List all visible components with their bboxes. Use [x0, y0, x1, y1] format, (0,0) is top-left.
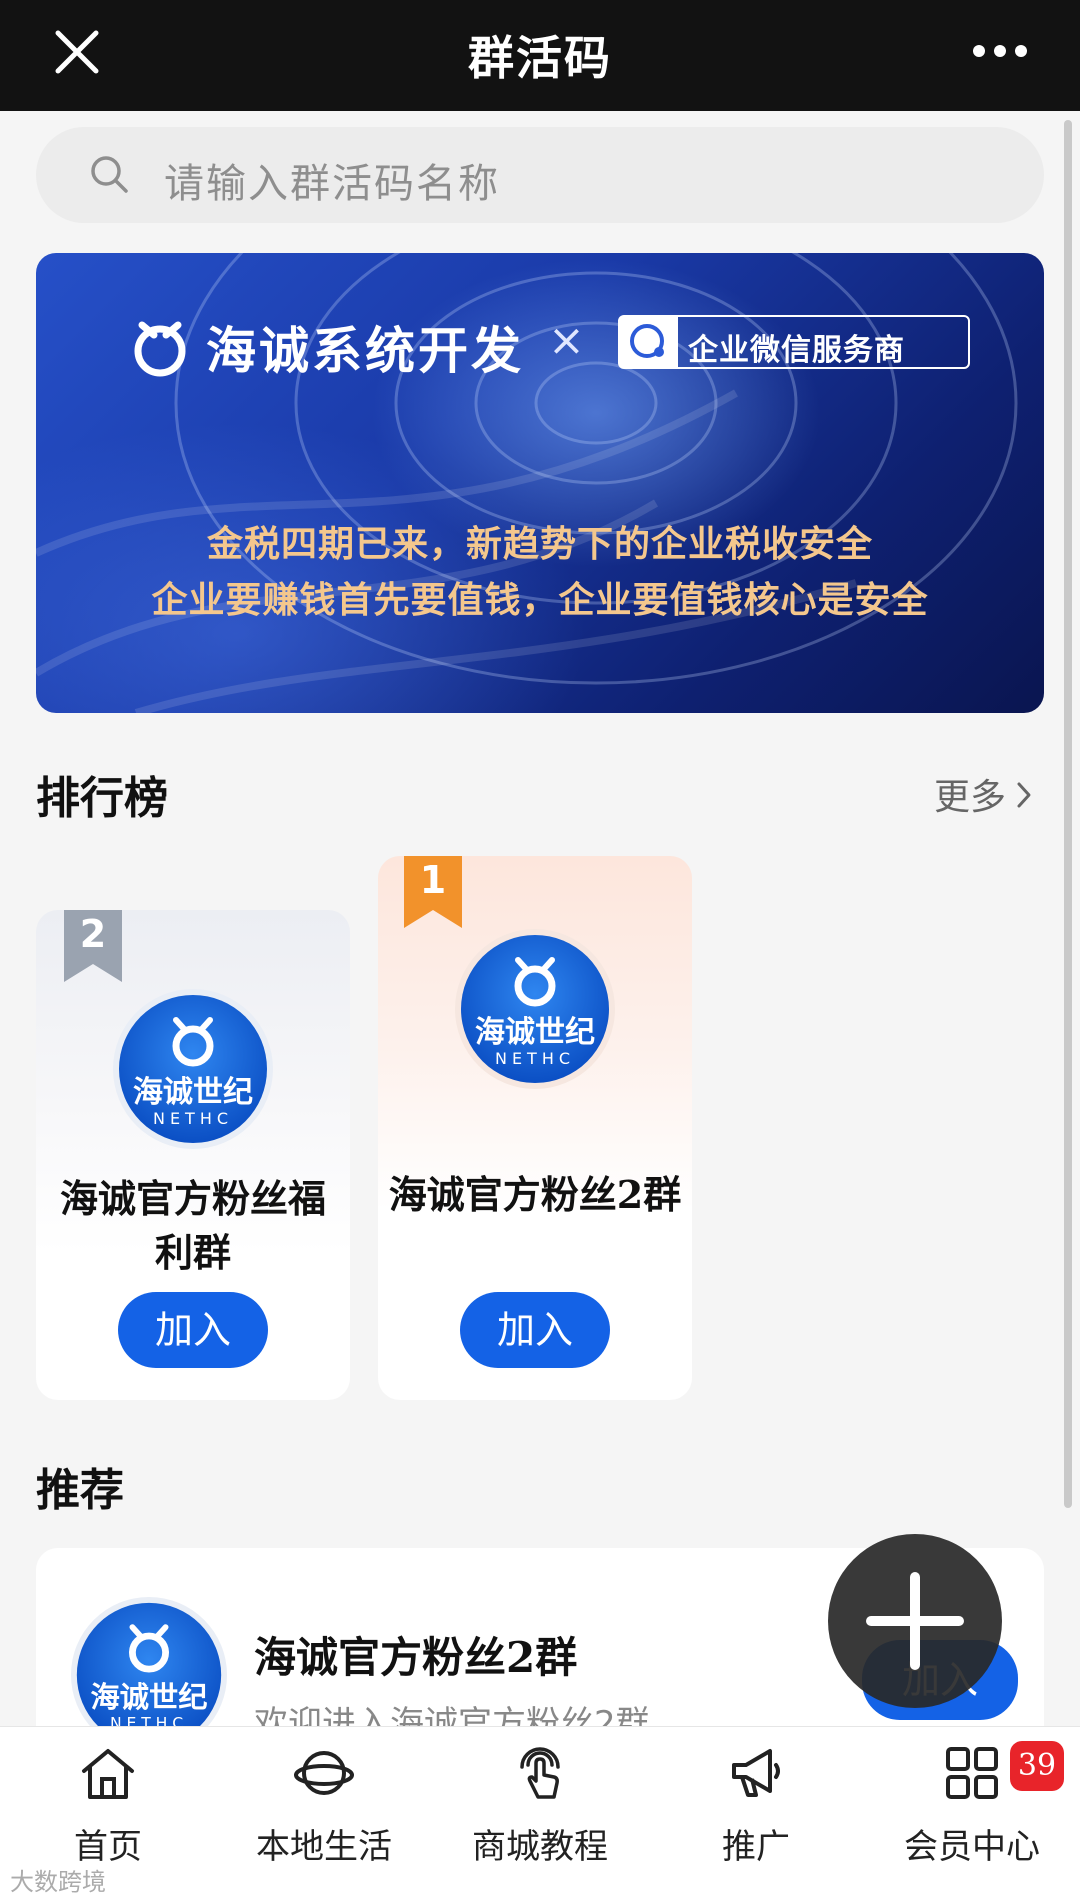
banner-line-2: 企业要赚钱首先要值钱，企业要值钱核心是安全: [151, 580, 929, 621]
join-button[interactable]: 加入: [460, 1292, 610, 1368]
search-input[interactable]: 请输入群活码名称: [36, 127, 1044, 223]
rank-card-1[interactable]: 1 海诚世纪 NETHC 海诚官方粉丝2群 加入: [378, 856, 692, 1400]
nav-label: 推广: [722, 1827, 790, 1867]
banner-line-1: 金税四期已来，新趋势下的企业税收安全: [206, 524, 873, 565]
more-label: 更多: [933, 777, 1006, 818]
add-fab-button[interactable]: [828, 1534, 1002, 1708]
rank-badge-silver: 2: [64, 910, 122, 982]
rank-card-2[interactable]: 2 海诚世纪 NETHC 海诚官方粉丝福利群 加入: [36, 910, 350, 1400]
nav-label: 商城教程: [472, 1827, 608, 1867]
megaphone-icon: [732, 1749, 780, 1797]
more-icon[interactable]: [972, 44, 1028, 58]
wecom-partner-text: 企业微信服务商: [688, 333, 905, 368]
wecom-partner-label: 企业微信服务商: [618, 315, 970, 369]
nav-item-member-center[interactable]: 39 会员中心: [864, 1727, 1080, 1898]
planet-icon: [294, 1751, 354, 1795]
rank-number: 1: [419, 858, 447, 902]
wecom-icon: [620, 317, 678, 367]
scrollbar[interactable]: [1064, 120, 1072, 1508]
page-title: 群活码: [468, 31, 612, 85]
nav-item-promotion[interactable]: 推广: [648, 1727, 864, 1898]
recommend-title: 推荐: [36, 1465, 124, 1516]
home-icon: [82, 1749, 134, 1799]
brand-logo-icon: [134, 321, 186, 377]
ranking-more-link[interactable]: 更多: [934, 768, 1032, 820]
top-bar: 群活码: [0, 0, 1080, 111]
nav-label: 会员中心: [904, 1827, 1040, 1867]
rank-badge-gold: 1: [404, 856, 462, 928]
nav-item-mall-tutorial[interactable]: 商城教程: [432, 1727, 648, 1898]
plus-icon: [866, 1572, 964, 1670]
avatar-logo-cn: 海诚世纪: [91, 1680, 208, 1714]
join-button[interactable]: 加入: [118, 1292, 268, 1368]
banner-brand: 海诚系统开发: [206, 322, 524, 380]
ranking-title: 排行榜: [36, 773, 168, 824]
touch-icon: [520, 1747, 560, 1799]
avatar-logo-en: NETHC: [153, 1109, 233, 1128]
avatar-logo-en: NETHC: [495, 1049, 575, 1068]
grid-icon: [946, 1747, 998, 1799]
banner-times: ×: [548, 315, 585, 366]
search-icon: [91, 156, 128, 193]
bottom-nav: 首页 本地生活 商城教程 推广 39 会员中心: [0, 1726, 1080, 1898]
promo-banner[interactable]: 海诚系统开发 × 企业微信服务商 金税四期已来，新趋势下的企业税收安全 企业要赚…: [36, 253, 1044, 713]
watermark: 大数跨境: [10, 1868, 106, 1896]
recommend-group-name: 海诚官方粉丝2群: [254, 1633, 578, 1682]
group-avatar: 海诚世纪 NETHC: [455, 929, 615, 1089]
avatar-logo-cn: 海诚世纪: [475, 1015, 595, 1050]
avatar-logo-cn: 海诚世纪: [133, 1075, 253, 1110]
chevron-right-icon: [1017, 782, 1031, 808]
notification-badge: 39: [1010, 1741, 1064, 1791]
group-avatar: 海诚世纪 NETHC: [113, 989, 273, 1149]
search-placeholder: 请输入群活码名称: [164, 161, 500, 207]
rank-number: 2: [79, 912, 107, 956]
nav-label: 本地生活: [256, 1827, 392, 1867]
nav-label: 首页: [74, 1827, 142, 1867]
rank-group-name: 海诚官方粉丝福利群: [59, 1176, 326, 1275]
rank-group-name: 海诚官方粉丝2群: [388, 1172, 682, 1217]
nav-item-local-life[interactable]: 本地生活: [216, 1727, 432, 1898]
